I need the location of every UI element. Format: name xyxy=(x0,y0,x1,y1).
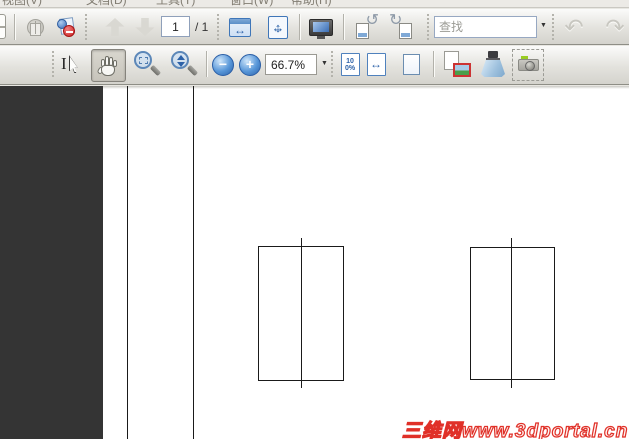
menu-item-document[interactable]: 文档(D) xyxy=(86,0,127,7)
picture-tasks-button[interactable] xyxy=(441,50,473,78)
page-number-input[interactable] xyxy=(161,16,190,37)
globe-page-icon xyxy=(26,18,44,36)
fit-width-page-icon: ↔ xyxy=(366,52,386,76)
fit-width-button[interactable]: ↔ xyxy=(362,50,390,78)
separator xyxy=(299,14,301,40)
next-view-button: ↷ xyxy=(601,13,629,41)
ink-bottle-icon xyxy=(477,49,509,79)
zoom-in-button[interactable]: + xyxy=(239,54,261,76)
actual-size-button[interactable]: 100% xyxy=(336,50,364,78)
drawing-vertical-line xyxy=(127,86,128,439)
rotate-left-icon: ↺ xyxy=(352,12,380,41)
select-tool-button[interactable]: I xyxy=(58,50,86,78)
zoom-out-button[interactable]: − xyxy=(212,54,234,76)
camera-icon xyxy=(517,56,539,71)
separator xyxy=(85,14,88,40)
fullscreen-button[interactable] xyxy=(307,13,335,41)
previous-view-button: ↶ xyxy=(560,13,588,41)
clipped-toolbar-button[interactable] xyxy=(0,14,6,39)
arrow-up-icon xyxy=(105,18,125,36)
zoom-dropdown-icon[interactable]: ▼ xyxy=(321,60,328,67)
collaborate-icon xyxy=(53,15,77,39)
hand-tool-button[interactable] xyxy=(91,49,126,82)
scroll-fit-page-button[interactable]: ↔ ↕ xyxy=(264,13,292,41)
separator xyxy=(217,14,220,40)
collaborate-button[interactable] xyxy=(51,13,79,41)
fit-page-blank-icon xyxy=(402,53,420,75)
web-capture-button xyxy=(21,13,49,41)
select-cursor-icon: I xyxy=(61,53,83,75)
dynamic-zoom-button[interactable] xyxy=(168,50,201,78)
page-total-label: / 1 xyxy=(195,20,209,34)
back-arrow-icon: ↶ xyxy=(564,14,584,40)
find-input[interactable] xyxy=(434,16,537,38)
menu-item-tools[interactable]: 工具(T) xyxy=(156,0,195,7)
zoom-level-input[interactable] xyxy=(265,54,317,75)
view-toolbar: I − + ▼ 100% ↔ xyxy=(0,46,629,85)
drawing-rectangle xyxy=(470,247,555,380)
watermark-text: 三维网www.3dportal.cn xyxy=(401,420,629,439)
main-toolbar: / 1 ↔ ↔ ↕ ↺ ↻ ▼ ↶ ↷ xyxy=(0,9,629,45)
separator xyxy=(52,51,55,77)
fit-page-button[interactable] xyxy=(397,50,425,78)
rotate-right-icon: ↻ xyxy=(388,12,416,41)
drawing-vertical-line xyxy=(193,86,194,439)
marquee-zoom-button[interactable] xyxy=(131,50,164,78)
ink-bottle-button[interactable] xyxy=(477,50,509,78)
drawing-centerline xyxy=(301,238,302,388)
actual-size-icon: 100% xyxy=(340,52,360,76)
separator xyxy=(14,14,16,40)
separator xyxy=(552,14,555,40)
menu-item-help[interactable]: 帮助(H) xyxy=(291,0,332,7)
arrow-down-icon xyxy=(135,18,155,36)
snapshot-button xyxy=(512,49,544,81)
menu-bar: 视图(V) 文档(D) 工具(T) 窗口(W) 帮助(H) xyxy=(0,0,629,8)
rotate-counterclockwise-button[interactable]: ↺ xyxy=(352,12,380,41)
fit-width-icon: ↔ xyxy=(229,17,251,37)
rotate-clockwise-button[interactable]: ↻ xyxy=(388,12,416,41)
separator xyxy=(331,51,334,77)
previous-page-button xyxy=(101,13,129,41)
magnifier-marquee-icon xyxy=(131,49,164,80)
separator xyxy=(343,14,345,40)
picture-tasks-icon xyxy=(441,49,473,79)
fit-page-icon: ↔ ↕ xyxy=(268,15,288,39)
drawing-centerline xyxy=(511,238,512,388)
scroll-fit-width-button[interactable]: ↔ xyxy=(226,13,254,41)
separator xyxy=(433,51,435,77)
find-dropdown-icon[interactable]: ▼ xyxy=(540,22,547,29)
menu-item-view[interactable]: 视图(V) xyxy=(2,0,42,7)
document-page[interactable]: 三维网www.3dportal.cn xyxy=(0,86,629,439)
magnifier-dynamic-icon xyxy=(168,49,201,80)
hand-icon xyxy=(96,55,119,76)
forward-arrow-icon: ↷ xyxy=(605,14,625,40)
separator xyxy=(206,51,208,77)
next-page-button xyxy=(131,13,159,41)
menu-item-window[interactable]: 窗口(W) xyxy=(230,0,273,7)
separator xyxy=(427,14,430,40)
monitor-icon xyxy=(309,18,333,39)
background-pane xyxy=(0,86,103,439)
